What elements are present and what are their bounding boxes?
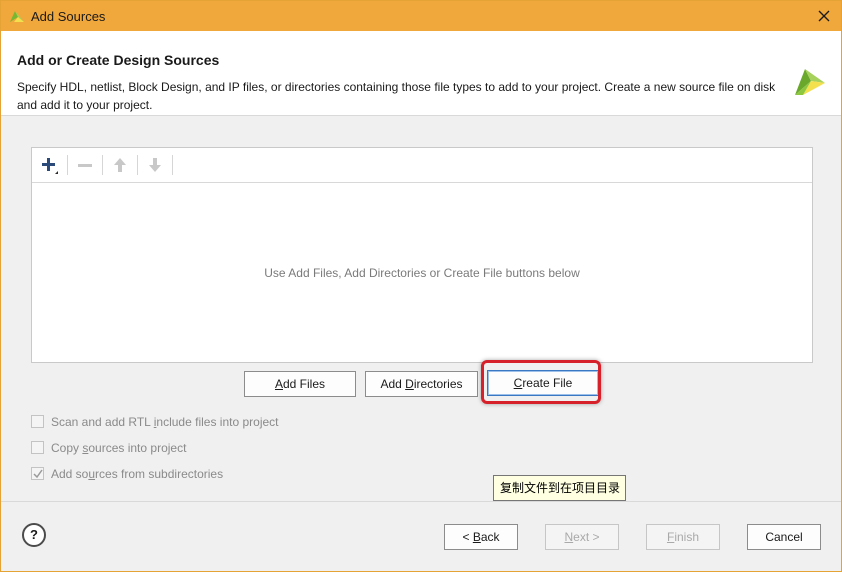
- page-title: Add or Create Design Sources: [17, 52, 220, 68]
- minus-icon: [78, 164, 92, 167]
- remove-button[interactable]: [73, 153, 97, 177]
- next-button[interactable]: Next >: [545, 524, 619, 550]
- add-directories-label: Add: [380, 377, 406, 391]
- back-label-rest: ack: [480, 530, 500, 544]
- checkbox-label: Scan and add RTL include files into proj…: [51, 415, 279, 429]
- add-files-mnemonic: A: [274, 377, 283, 391]
- next-mnemonic: N: [564, 530, 574, 544]
- help-icon: ?: [30, 527, 38, 542]
- vivado-brand-icon: [793, 63, 827, 97]
- vivado-logo-icon: [9, 8, 25, 24]
- checkbox-label: Copy sources into project: [51, 441, 187, 455]
- move-down-button[interactable]: [143, 153, 167, 177]
- move-up-button[interactable]: [108, 153, 132, 177]
- window-title: Add Sources: [31, 9, 106, 24]
- page-description: Specify HDL, netlist, Block Design, and …: [17, 80, 776, 112]
- dialog-header: Add or Create Design Sources Specify HDL…: [1, 31, 841, 115]
- empty-list-message: Use Add Files, Add Directories or Create…: [264, 266, 580, 280]
- add-files-label-rest: dd Files: [282, 377, 326, 391]
- cancel-label: Cancel: [765, 530, 803, 544]
- title-bar[interactable]: Add Sources: [1, 1, 841, 31]
- add-sources-button[interactable]: [38, 153, 62, 177]
- finish-label-rest: inish: [674, 530, 700, 544]
- checkmark-icon: [33, 469, 43, 479]
- checkbox-box[interactable]: [31, 467, 44, 480]
- toolbar-divider: [137, 155, 138, 175]
- file-list-toolbar: [32, 148, 812, 183]
- close-icon: [818, 10, 830, 22]
- source-file-list[interactable]: Use Add Files, Add Directories or Create…: [31, 147, 813, 363]
- footer-divider: [1, 501, 841, 502]
- back-button[interactable]: < Back: [444, 524, 518, 550]
- add-directories-label-rest: irectories: [413, 377, 463, 391]
- toolbar-divider: [67, 155, 68, 175]
- add-directories-mnemonic: D: [405, 377, 414, 391]
- back-mnemonic: B: [472, 530, 481, 544]
- checkbox-box[interactable]: [31, 441, 44, 454]
- toolbar-divider: [102, 155, 103, 175]
- close-button[interactable]: [813, 5, 835, 27]
- plus-icon: [42, 158, 58, 174]
- back-label: <: [462, 530, 473, 544]
- toolbar-divider: [172, 155, 173, 175]
- add-directories-button[interactable]: Add Directories: [365, 371, 478, 397]
- arrow-down-icon: [149, 158, 161, 172]
- checkbox-box[interactable]: [31, 415, 44, 428]
- help-button[interactable]: ?: [22, 523, 46, 547]
- finish-button[interactable]: Finish: [646, 524, 720, 550]
- arrow-up-icon: [114, 158, 126, 172]
- add-sources-dialog: Add Sources Add or Create Design Sources…: [0, 0, 842, 572]
- header-divider: [1, 115, 841, 116]
- highlight-annotation: [481, 360, 601, 404]
- add-files-button[interactable]: Add Files: [244, 371, 356, 397]
- checkbox-label: Add sources from subdirectories: [51, 467, 224, 481]
- tooltip: 复制文件到在项目目录: [493, 475, 626, 501]
- next-label-rest: ext >: [573, 530, 600, 544]
- cancel-button[interactable]: Cancel: [747, 524, 821, 550]
